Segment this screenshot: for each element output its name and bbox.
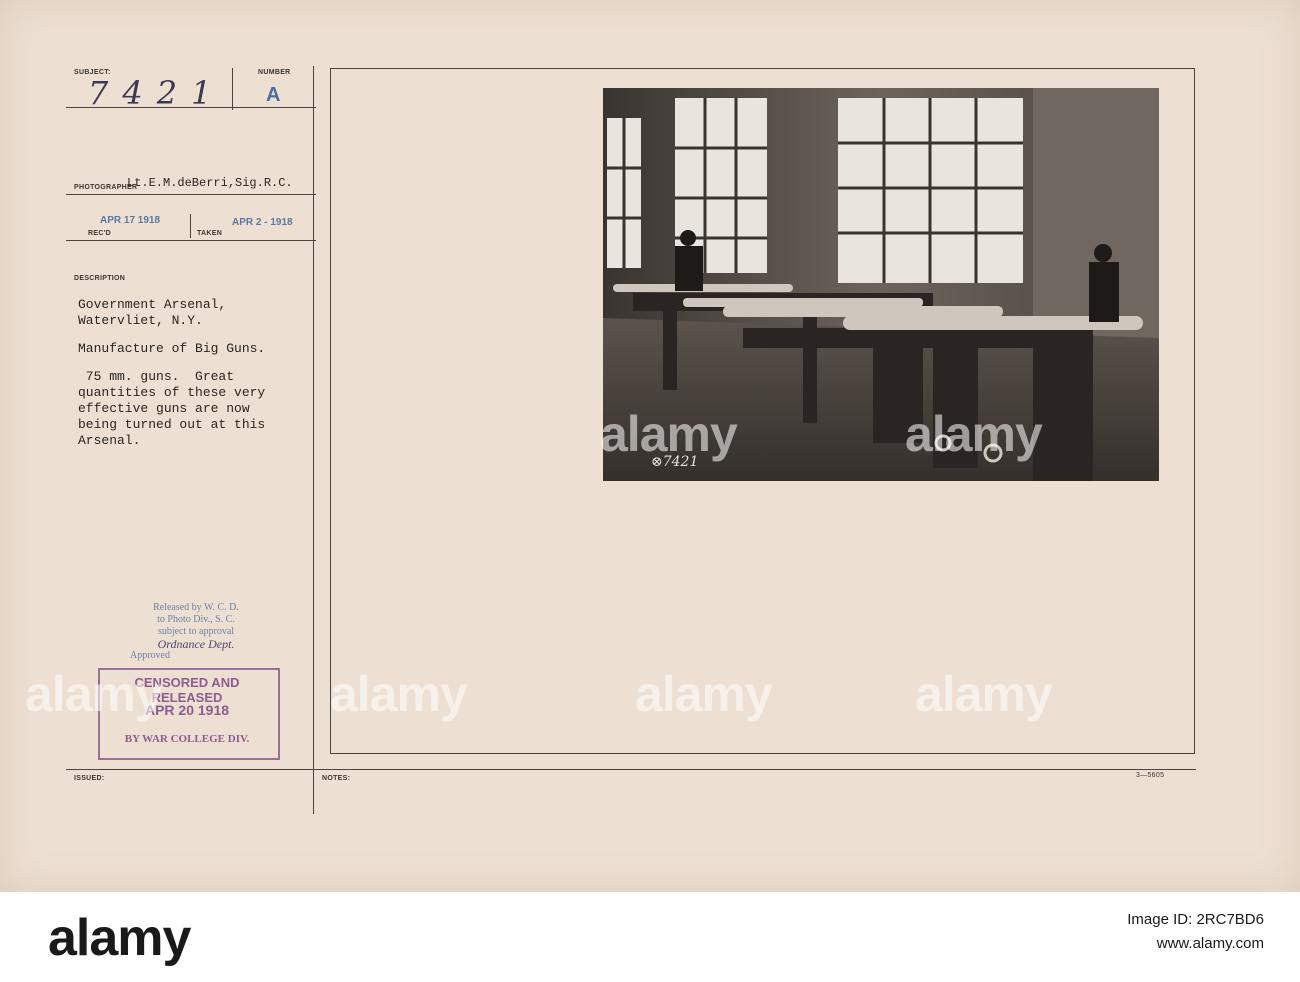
form-code: 3—5605	[1136, 772, 1165, 779]
stock-footer	[0, 892, 1300, 982]
watermark-text: alamy	[25, 666, 163, 722]
description-line: being turned out at this	[78, 417, 266, 432]
taken-stamp: APR 2 - 1918	[232, 217, 293, 228]
description-block: Government Arsenal, Watervliet, N.Y. Man…	[78, 297, 265, 449]
notes-box-right	[1194, 68, 1195, 754]
release-line: to Photo Div., S. C.	[157, 614, 235, 625]
alamy-logo: alamy	[48, 909, 191, 967]
description-line: Government Arsenal,	[78, 297, 227, 312]
notes-box-bottom	[330, 753, 1195, 754]
taken-label: TAKEN	[197, 230, 223, 237]
description-label: DESCRIPTION	[74, 275, 126, 282]
description-line: quantities of these very	[78, 385, 266, 400]
subject-divider	[232, 68, 233, 110]
description-line: Arsenal.	[78, 433, 141, 448]
archive-card: SUBJECT: 7421 NUMBER A PHOTOGRAPHER Lt.E…	[0, 0, 1300, 892]
description-line: Watervliet, N.Y.	[78, 313, 203, 328]
censor-line-3: BY WAR COLLEGE DIV.	[124, 733, 250, 745]
notes-label: NOTES:	[322, 775, 351, 782]
description-line	[78, 329, 265, 341]
notes-box-top	[330, 68, 1195, 69]
dates-divider	[190, 214, 191, 238]
watermark-text: alamy	[330, 666, 468, 722]
site-url[interactable]: www.alamy.com	[1127, 932, 1264, 956]
photographer-value: Lt.E.M.deBerri,Sig.R.C.	[127, 176, 293, 190]
number-label: NUMBER	[258, 69, 291, 76]
photographer-underline	[66, 194, 316, 195]
received-label: REC'D	[88, 230, 111, 237]
release-signature: Ordnance Dept.	[157, 637, 235, 651]
release-line: Released by W. C. D.	[153, 602, 239, 613]
watermark-text: alamy	[600, 406, 738, 462]
watermark-text: alamy	[635, 666, 773, 722]
description-line	[78, 357, 265, 369]
image-id-block: Image ID: 2RC7BD6 www.alamy.com	[1127, 908, 1264, 956]
release-stamp: Released by W. C. D. to Photo Div., S. C…	[96, 602, 296, 662]
watermark-text: alamy	[915, 666, 1053, 722]
watermark-text: alamy	[905, 406, 1043, 462]
description-line: effective guns are now	[78, 401, 250, 416]
notes-box-left	[330, 68, 331, 754]
number-value: A	[266, 84, 281, 106]
dates-underline	[66, 240, 316, 241]
bottom-rule	[66, 769, 1196, 770]
image-id: Image ID: 2RC7BD6	[1127, 911, 1264, 928]
description-line: Manufacture of Big Guns.	[78, 341, 266, 356]
description-line: 75 mm. guns. Great	[78, 369, 235, 384]
received-stamp: APR 17 1918	[100, 215, 161, 226]
issued-label: ISSUED:	[74, 775, 105, 782]
release-approved: Approved	[130, 650, 170, 661]
left-column-divider	[313, 66, 314, 814]
subject-value: 7421	[88, 74, 226, 112]
